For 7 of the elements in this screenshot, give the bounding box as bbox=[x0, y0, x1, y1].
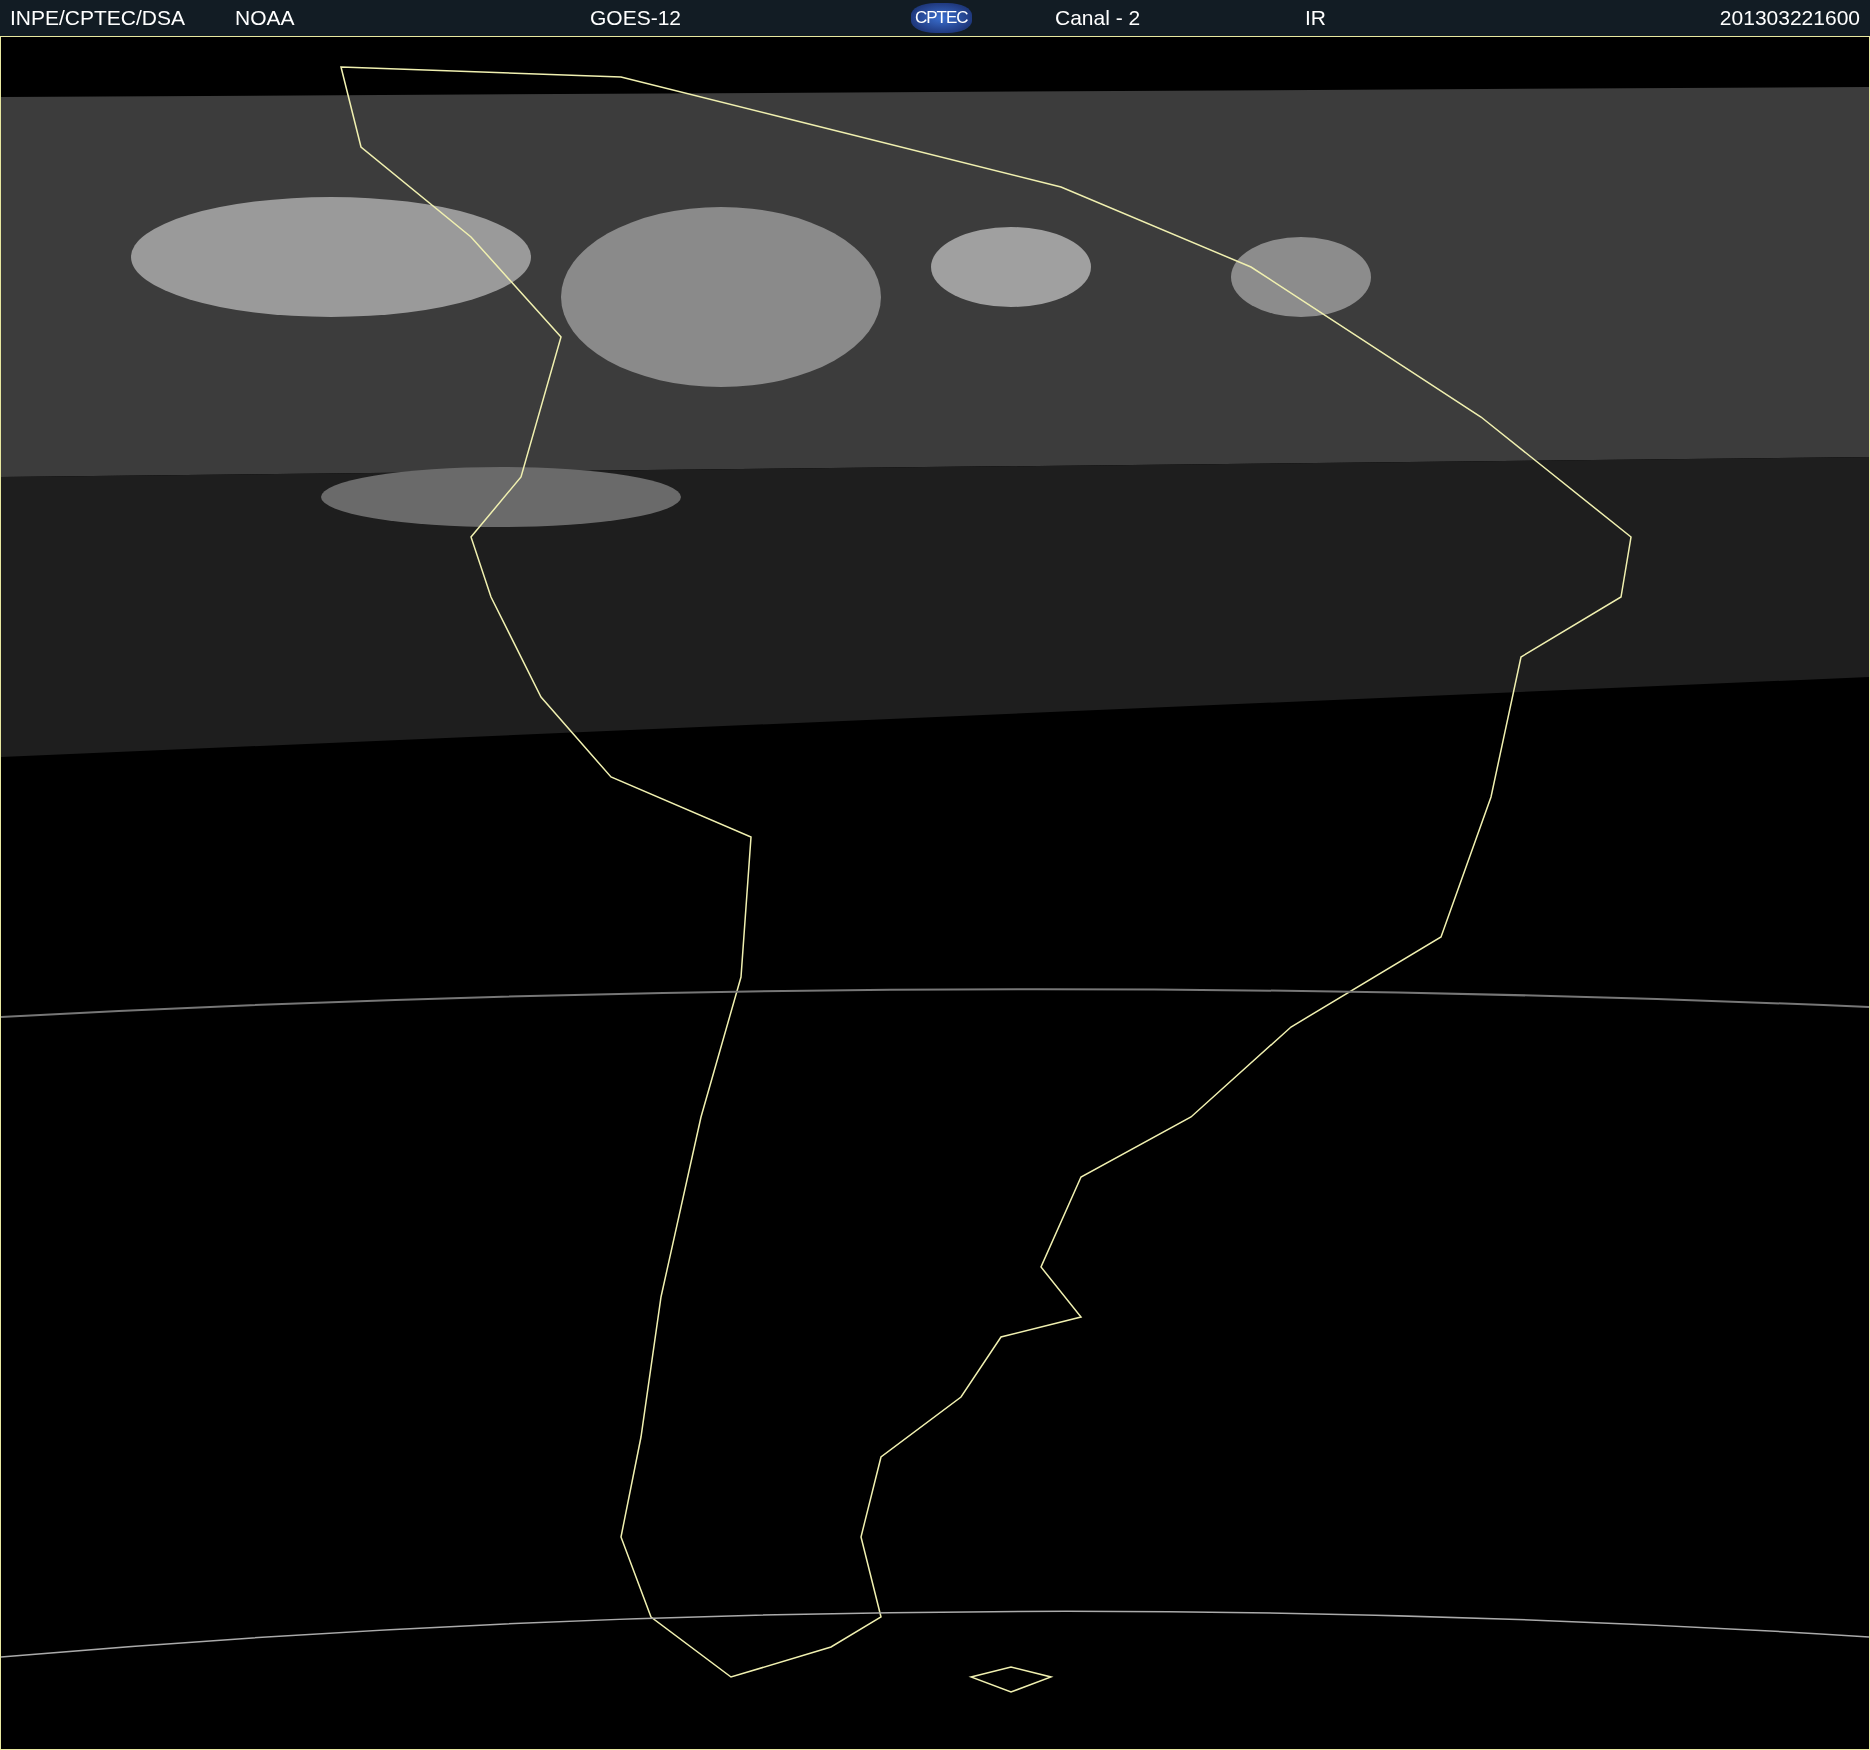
header-label: INPE/CPTEC/DSA bbox=[10, 6, 186, 30]
header-label: 201303221600 bbox=[1719, 6, 1860, 30]
header-label: NOAA bbox=[235, 6, 295, 30]
header-label: GOES-12 bbox=[590, 6, 682, 30]
logo: CPTEC bbox=[911, 3, 972, 33]
header-label: Canal - 2 bbox=[1055, 6, 1141, 30]
header-label: IR bbox=[1305, 6, 1326, 30]
